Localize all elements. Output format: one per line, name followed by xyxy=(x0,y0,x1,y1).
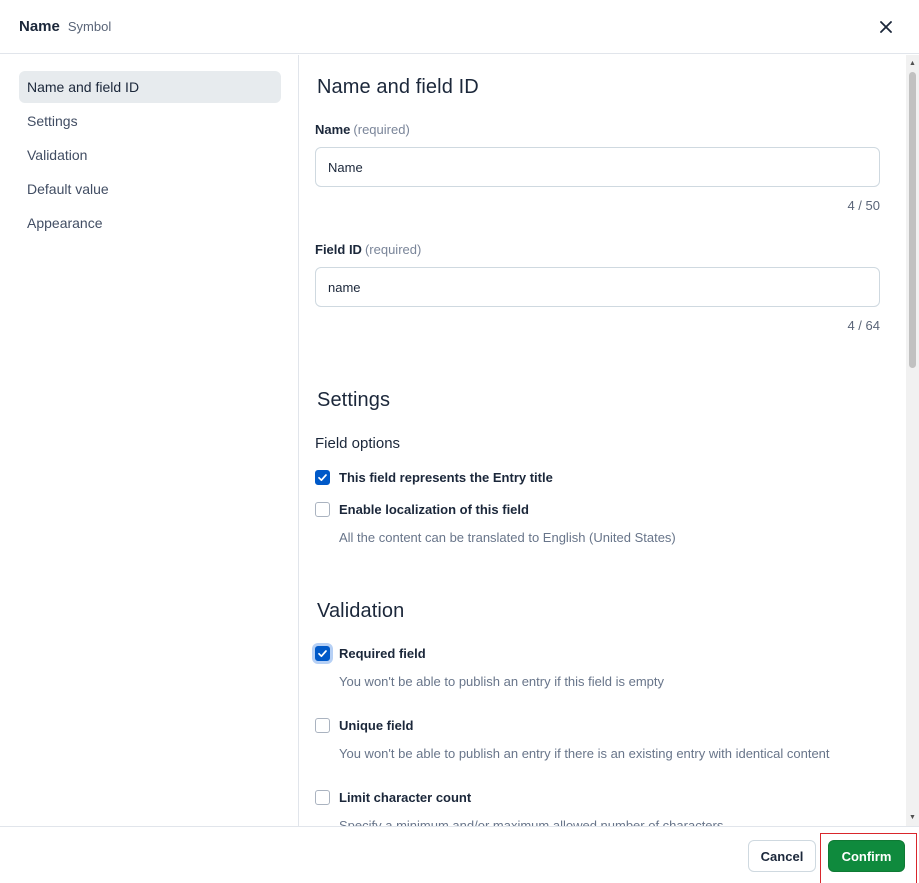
required-field-label: Required field xyxy=(339,646,426,661)
scroll-up-arrow-icon[interactable]: ▲ xyxy=(906,57,919,70)
content-scrollbar[interactable]: ▲ ▼ xyxy=(906,55,919,826)
modal-subtitle: Symbol xyxy=(67,19,112,34)
field-id-input[interactable] xyxy=(315,267,880,307)
required-field-option[interactable]: Required field xyxy=(315,646,426,661)
sidebar-item-default-value[interactable]: Default value xyxy=(19,173,281,205)
name-label-text: Name xyxy=(315,122,351,137)
name-input[interactable] xyxy=(315,147,880,187)
sidebar-nav: Name and field ID Settings Validation De… xyxy=(0,55,299,826)
field-id-label-text: Field ID xyxy=(315,242,362,257)
unique-field-label: Unique field xyxy=(339,718,414,733)
name-label: Name (required) xyxy=(315,122,410,137)
close-icon xyxy=(880,21,892,33)
field-id-label: Field ID (required) xyxy=(315,242,421,257)
checkmark-icon xyxy=(318,650,327,658)
localization-option[interactable]: Enable localization of this field xyxy=(315,502,529,517)
name-char-counter: 4 / 50 xyxy=(847,198,880,213)
modal-footer: Cancel Confirm xyxy=(0,826,919,883)
confirm-button[interactable]: Confirm xyxy=(828,840,905,872)
required-field-checkbox[interactable] xyxy=(315,646,330,661)
unique-field-option[interactable]: Unique field xyxy=(315,718,413,733)
limit-character-count-label: Limit character count xyxy=(339,790,472,805)
limit-character-count-checkbox[interactable] xyxy=(315,790,330,805)
unique-field-help-text: You won't be able to publish an entry if… xyxy=(339,746,830,761)
localization-help-text: All the content can be translated to Eng… xyxy=(339,530,676,545)
limit-character-count-option[interactable]: Limit character count xyxy=(315,790,471,805)
scrollbar-thumb[interactable] xyxy=(909,72,916,368)
sidebar-item-name-and-field-id[interactable]: Name and field ID xyxy=(19,71,281,103)
sidebar-item-settings[interactable]: Settings xyxy=(19,105,281,137)
limit-character-count-help-text: Specify a minimum and/or maximum allowed… xyxy=(339,818,724,826)
close-button[interactable] xyxy=(875,16,897,38)
field-options-heading: Field options xyxy=(315,435,401,452)
unique-field-checkbox[interactable] xyxy=(315,718,330,733)
required-field-help-text: You won't be able to publish an entry if… xyxy=(339,674,665,689)
field-id-required-hint: (required) xyxy=(364,242,422,257)
section-title-validation: Validation xyxy=(317,600,405,622)
sidebar-item-appearance[interactable]: Appearance xyxy=(19,207,281,239)
field-id-char-counter: 4 / 64 xyxy=(847,318,880,333)
entry-title-option[interactable]: This field represents the Entry title xyxy=(315,470,553,485)
localization-label: Enable localization of this field xyxy=(339,502,529,517)
section-title-settings: Settings xyxy=(317,389,391,411)
cancel-button[interactable]: Cancel xyxy=(748,840,816,872)
scroll-down-arrow-icon[interactable]: ▼ xyxy=(906,811,919,824)
sidebar-item-validation[interactable]: Validation xyxy=(19,139,281,171)
modal-header: Name Symbol xyxy=(0,0,919,54)
checkmark-icon xyxy=(318,474,327,482)
modal-title: Name xyxy=(19,18,60,35)
entry-title-checkbox[interactable] xyxy=(315,470,330,485)
main-content[interactable]: Name and field ID Name(required) 4 / 50 … xyxy=(299,55,906,826)
section-title-name-and-field-id: Name and field ID xyxy=(317,76,479,98)
name-required-hint: (required) xyxy=(353,122,410,137)
localization-checkbox[interactable] xyxy=(315,502,330,517)
entry-title-label: This field represents the Entry title xyxy=(339,470,553,485)
